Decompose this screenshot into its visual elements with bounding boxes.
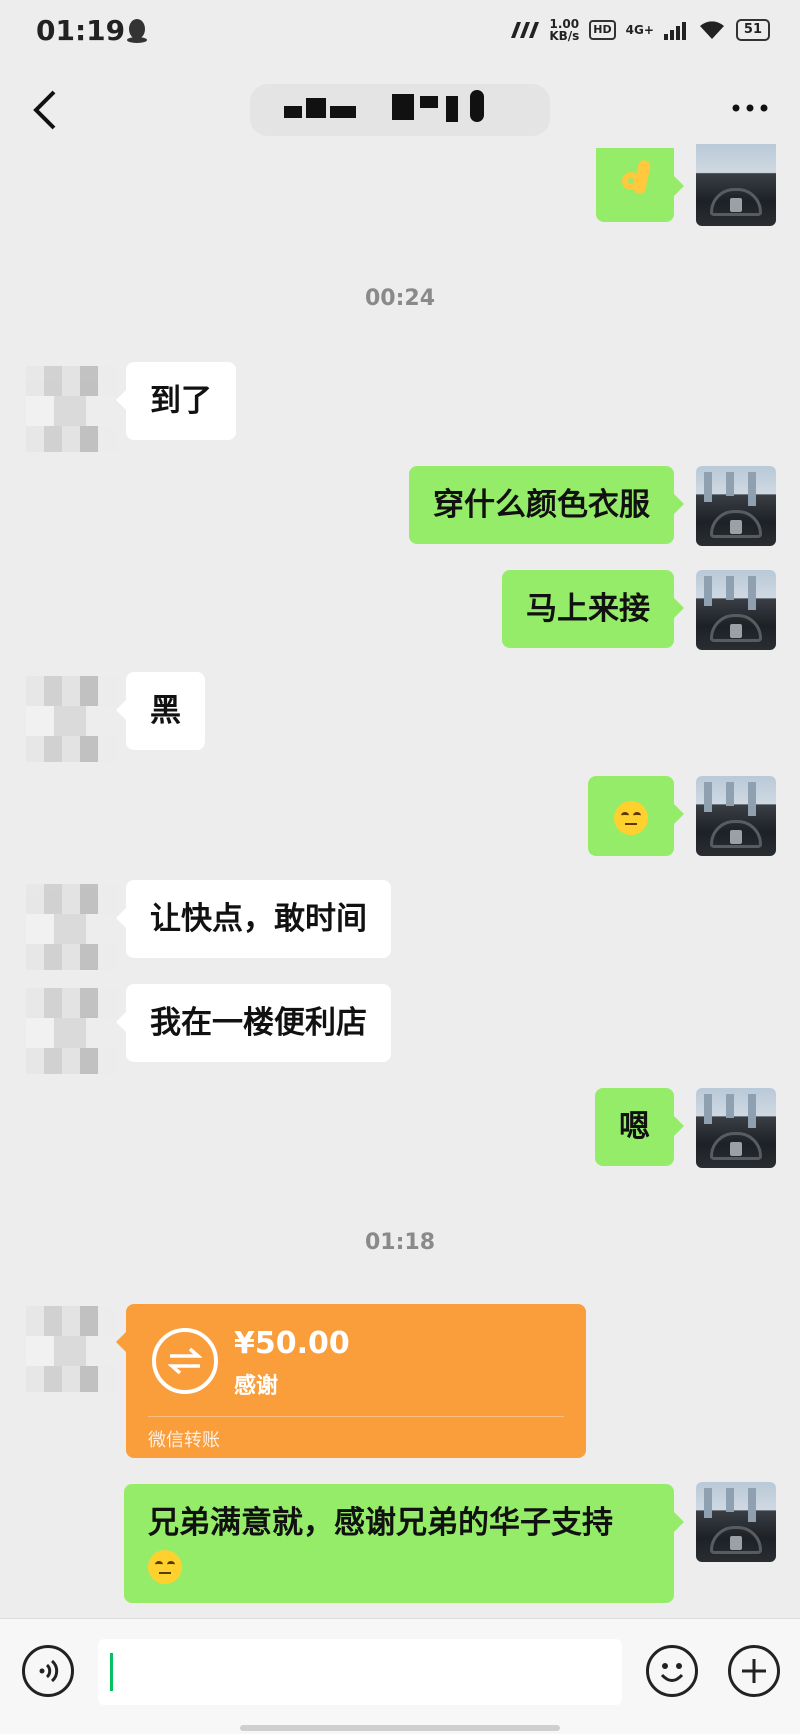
status-bar: 01:19 1.00 KB/s HD 4G+ 51 <box>0 0 800 60</box>
signal-speed-icon <box>511 22 540 38</box>
avatar-me[interactable] <box>696 776 776 856</box>
message-text: 兄弟满意就，感谢兄弟的华子支持 <box>148 1505 613 1541</box>
message-bubble-me[interactable]: 兄弟满意就，感谢兄弟的华子支持 <box>124 1484 684 1603</box>
avatar-other[interactable] <box>26 676 118 762</box>
divider <box>148 1416 564 1417</box>
status-time: 01:19 <box>36 14 126 47</box>
plus-icon[interactable] <box>728 1645 780 1697</box>
home-indicator <box>240 1725 560 1731</box>
transfer-amount: ¥50.00 <box>234 1326 350 1361</box>
smirk-face-emoji <box>614 800 648 835</box>
wechat-transfer-card[interactable]: ¥50.00 感谢 微信转账 <box>116 1304 586 1458</box>
avatar-other[interactable] <box>26 884 118 970</box>
voice-icon[interactable] <box>22 1645 74 1697</box>
wifi-icon <box>699 21 724 39</box>
timestamp: 00:24 <box>364 286 436 311</box>
message-bubble-other[interactable]: 到了 <box>116 362 236 440</box>
qq-penguin-icon <box>127 19 147 43</box>
emoji-icon[interactable] <box>646 1645 698 1697</box>
message-bubble-me[interactable]: 穿什么颜色衣服 <box>409 466 684 544</box>
avatar-me[interactable] <box>696 466 776 546</box>
transfer-icon <box>152 1328 218 1394</box>
avatar-other[interactable] <box>26 988 118 1074</box>
message-bubble-me[interactable] <box>588 776 684 856</box>
battery-indicator: 51 <box>735 19 770 41</box>
ok-hand-emoji <box>618 160 652 200</box>
message-input[interactable] <box>98 1639 622 1705</box>
cell-signal-icon <box>663 22 686 40</box>
message-bubble-me[interactable]: 马上来接 <box>502 570 684 648</box>
hd-badge: HD <box>589 20 616 40</box>
timestamp: 01:18 <box>364 1230 436 1255</box>
chat-header <box>0 62 800 158</box>
message-bubble-other[interactable]: 让快点，敢时间 <box>116 880 391 958</box>
avatar-me[interactable] <box>696 1088 776 1168</box>
chat-title-redacted <box>250 84 550 136</box>
avatar-other[interactable] <box>26 1306 118 1392</box>
text-caret <box>110 1653 113 1691</box>
avatar-me[interactable] <box>696 144 776 226</box>
smirk-face-emoji <box>148 1549 182 1584</box>
message-bubble-me[interactable] <box>596 148 684 222</box>
status-icons: 1.00 KB/s HD 4G+ 51 <box>507 16 770 44</box>
avatar-other[interactable] <box>26 366 118 452</box>
transfer-note: 感谢 <box>234 1374 279 1399</box>
message-bubble-me[interactable]: 嗯 <box>595 1088 684 1166</box>
avatar-me[interactable] <box>696 1482 776 1562</box>
input-bar <box>0 1618 800 1734</box>
transfer-footer: 微信转账 <box>148 1430 220 1451</box>
message-bubble-other[interactable]: 我在一楼便利店 <box>116 984 391 1062</box>
message-bubble-other[interactable]: 黑 <box>116 672 205 750</box>
avatar-me[interactable] <box>696 570 776 650</box>
net-speed: 1.00 KB/s <box>549 17 580 43</box>
network-type: 4G+ <box>625 23 654 37</box>
chevron-left-icon[interactable] <box>30 88 60 132</box>
more-dots-icon[interactable] <box>730 100 770 116</box>
